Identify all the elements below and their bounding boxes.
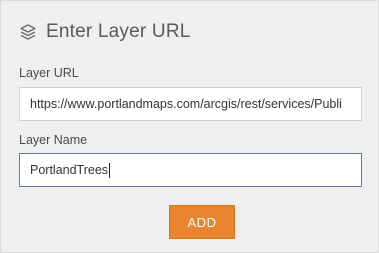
layer-name-input[interactable]: PortlandTrees: [19, 153, 362, 187]
layer-url-label: Layer URL: [19, 66, 79, 80]
layer-url-input[interactable]: https://www.portlandmaps.com/arcgis/rest…: [19, 87, 362, 121]
layers-icon: [19, 23, 37, 41]
text-caret: [109, 162, 111, 178]
layer-url-value: https://www.portlandmaps.com/arcgis/rest…: [30, 97, 342, 111]
add-button[interactable]: ADD: [169, 205, 235, 239]
panel-title: Enter Layer URL: [46, 21, 191, 42]
layer-name-label: Layer Name: [19, 133, 88, 147]
enter-layer-url-panel: Enter Layer URL Layer URL https://www.po…: [0, 0, 379, 253]
layer-name-value: PortlandTrees: [30, 163, 109, 177]
panel-header: Enter Layer URL: [19, 19, 191, 45]
